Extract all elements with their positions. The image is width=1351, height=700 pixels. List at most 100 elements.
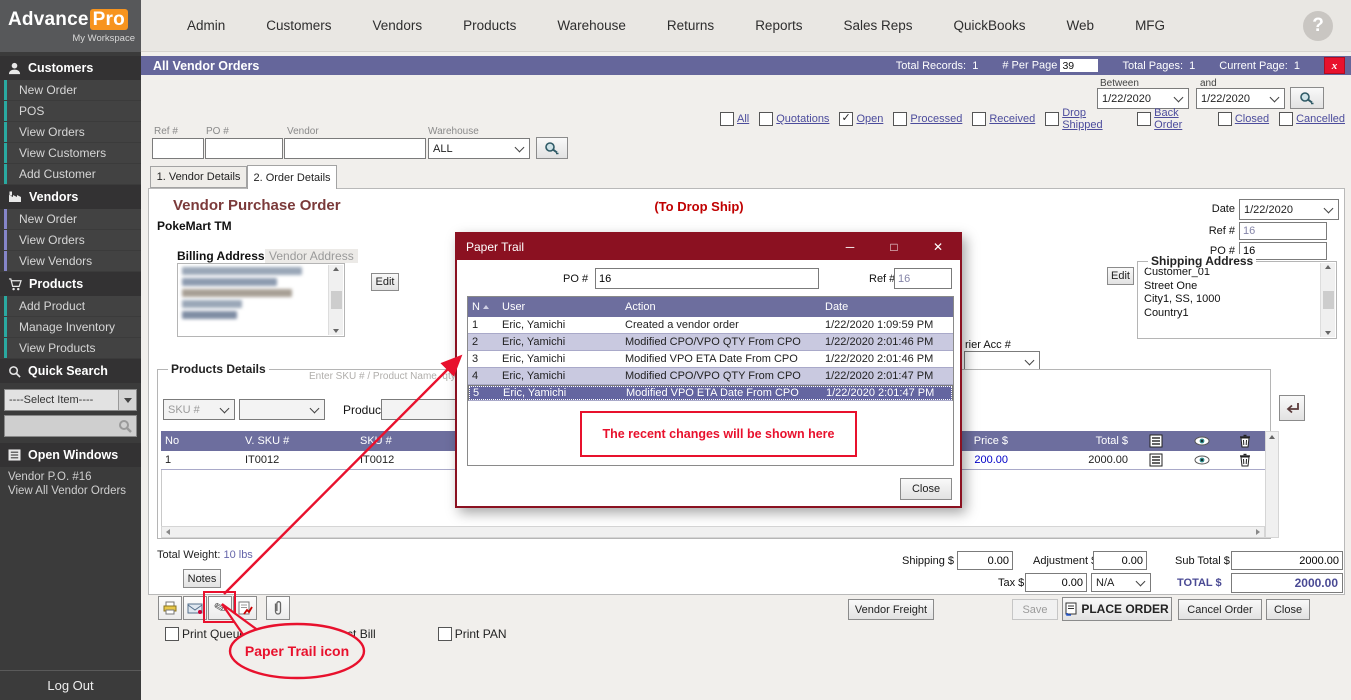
open-window-link[interactable]: Vendor P.O. #16 <box>0 470 141 484</box>
footer-checkbox[interactable]: Direct Bill <box>308 627 376 641</box>
checkbox[interactable] <box>972 112 986 126</box>
email-button[interactable] <box>183 596 207 620</box>
filter-search-button[interactable] <box>536 137 568 159</box>
footer-checkbox[interactable]: Print Queue <box>165 627 246 641</box>
sku-mode-select[interactable]: SKU # <box>163 399 235 420</box>
print-button[interactable] <box>158 596 182 620</box>
nav-item[interactable]: QuickBooks <box>954 18 1026 33</box>
sidebar-item[interactable]: Add Customer <box>4 164 141 184</box>
checkbox[interactable] <box>759 112 773 126</box>
date-from-select[interactable]: 1/22/2020 <box>1097 88 1189 109</box>
status-filter[interactable]: Drop Shipped <box>1045 107 1127 131</box>
minimize-icon[interactable]: ─ <box>828 234 872 260</box>
save-button[interactable]: Save <box>1012 599 1058 620</box>
paper-trail-button[interactable]: ✎ <box>208 596 232 620</box>
close-button[interactable]: Close <box>1266 599 1310 620</box>
per-page-input[interactable] <box>1060 59 1098 72</box>
nav-item[interactable]: Returns <box>667 18 714 33</box>
checkbox[interactable] <box>839 112 853 126</box>
billing-address-tab[interactable]: Billing Address <box>177 249 265 263</box>
footer-checkbox[interactable]: Print PAN <box>438 627 507 641</box>
notes-button[interactable]: Notes <box>183 569 221 588</box>
export-button[interactable] <box>233 596 257 620</box>
nav-item[interactable]: Warehouse <box>557 18 626 33</box>
warehouse-select[interactable]: ALL <box>428 138 530 159</box>
checkbox[interactable] <box>1137 112 1151 126</box>
po-filter-input[interactable] <box>205 138 283 159</box>
sidebar-item[interactable]: POS <box>4 101 141 121</box>
vendor-filter-input[interactable] <box>284 138 426 159</box>
nav-item[interactable]: Customers <box>266 18 331 33</box>
nav-item[interactable]: Web <box>1067 18 1095 33</box>
vendor-address-tab[interactable]: Vendor Address <box>265 249 358 263</box>
quick-search-select[interactable]: ----Select Item---- <box>4 389 137 411</box>
status-filter[interactable]: Received <box>972 112 1035 126</box>
nav-item[interactable]: Admin <box>187 18 225 33</box>
checkbox[interactable] <box>1279 112 1293 126</box>
nav-item[interactable]: Vendors <box>373 18 423 33</box>
sidebar-section-vendors[interactable]: Vendors <box>0 185 141 209</box>
quick-search-input[interactable] <box>4 415 137 437</box>
attachment-button[interactable] <box>266 596 290 620</box>
products-horizontal-scrollbar[interactable] <box>161 526 1265 538</box>
cancel-order-button[interactable]: Cancel Order <box>1178 599 1262 620</box>
checkbox[interactable] <box>1045 112 1059 126</box>
chevron-down-icon[interactable] <box>118 390 136 410</box>
sidebar-item[interactable]: View Orders <box>4 230 141 250</box>
order-ref-input[interactable] <box>1239 222 1327 240</box>
checkbox[interactable] <box>308 627 322 641</box>
sidebar-item[interactable]: View Products <box>4 338 141 358</box>
sidebar-section-customers[interactable]: Customers <box>0 56 141 80</box>
place-order-button[interactable]: PLACE ORDER <box>1062 597 1172 621</box>
open-window-link[interactable]: View All Vendor Orders <box>0 484 141 498</box>
nav-item[interactable]: Products <box>463 18 516 33</box>
tab-order-details[interactable]: 2. Order Details <box>247 165 337 189</box>
add-line-button[interactable] <box>1279 395 1305 421</box>
date-to-select[interactable]: 1/22/2020 <box>1196 88 1285 109</box>
shipping-input[interactable] <box>957 551 1013 570</box>
modal-titlebar[interactable]: Paper Trail ─ □ ✕ <box>457 234 960 260</box>
checkbox[interactable] <box>893 112 907 126</box>
status-filter[interactable]: Quotations <box>759 112 829 126</box>
adjustment-input[interactable] <box>1093 551 1147 570</box>
paper-trail-row[interactable]: 4 Eric, Yamichi Modified CPO/VPO QTY Fro… <box>468 368 953 385</box>
nav-item[interactable]: Sales Reps <box>843 18 912 33</box>
paper-trail-row[interactable]: 3 Eric, Yamichi Modified VPO ETA Date Fr… <box>468 351 953 368</box>
row-view-icon[interactable] <box>1180 451 1224 469</box>
status-filter[interactable]: Closed <box>1218 112 1269 126</box>
modal-close-button[interactable]: Close <box>900 478 952 500</box>
sidebar-item[interactable]: Manage Inventory <box>4 317 141 337</box>
subtotal-input[interactable] <box>1231 551 1343 570</box>
sidebar-item[interactable]: New Order <box>4 80 141 100</box>
maximize-icon[interactable]: □ <box>872 234 916 260</box>
nav-item[interactable]: MFG <box>1135 18 1165 33</box>
products-vertical-scrollbar[interactable] <box>1265 431 1279 538</box>
status-filter[interactable]: Processed <box>893 112 962 126</box>
sidebar-item[interactable]: Add Product <box>4 296 141 316</box>
status-filter[interactable]: All <box>720 112 749 126</box>
checkbox[interactable] <box>720 112 734 126</box>
sidebar-item[interactable]: View Orders <box>4 122 141 142</box>
status-filter[interactable]: Cancelled <box>1279 112 1345 126</box>
paper-trail-row[interactable]: 5 Eric, Yamichi Modified VPO ETA Date Fr… <box>468 385 953 401</box>
billing-address-scrollbar[interactable] <box>328 265 343 335</box>
shipping-address-scrollbar[interactable] <box>1320 263 1335 337</box>
edit-shipping-button[interactable]: Edit <box>1107 267 1134 285</box>
order-date-select[interactable]: 1/22/2020 <box>1239 199 1339 220</box>
date-search-button[interactable] <box>1290 87 1324 109</box>
paper-trail-row[interactable]: 1 Eric, Yamichi Created a vendor order 1… <box>468 317 953 334</box>
status-filter[interactable]: Open <box>839 112 883 126</box>
modal-po-input[interactable] <box>595 268 819 289</box>
logout-button[interactable]: Log Out <box>0 670 141 700</box>
ref-filter-input[interactable] <box>152 138 204 159</box>
nav-item[interactable]: Reports <box>755 18 802 33</box>
modal-ref-input[interactable] <box>894 268 952 289</box>
checkbox[interactable] <box>438 627 452 641</box>
sidebar-item[interactable]: View Customers <box>4 143 141 163</box>
paper-trail-row[interactable]: 2 Eric, Yamichi Modified CPO/VPO QTY Fro… <box>468 334 953 351</box>
sidebar-item[interactable]: New Order <box>4 209 141 229</box>
sidebar-item[interactable]: View Vendors <box>4 251 141 271</box>
help-icon[interactable]: ? <box>1303 11 1333 41</box>
status-filter[interactable]: Back Order <box>1137 107 1208 131</box>
checkbox[interactable] <box>165 627 179 641</box>
